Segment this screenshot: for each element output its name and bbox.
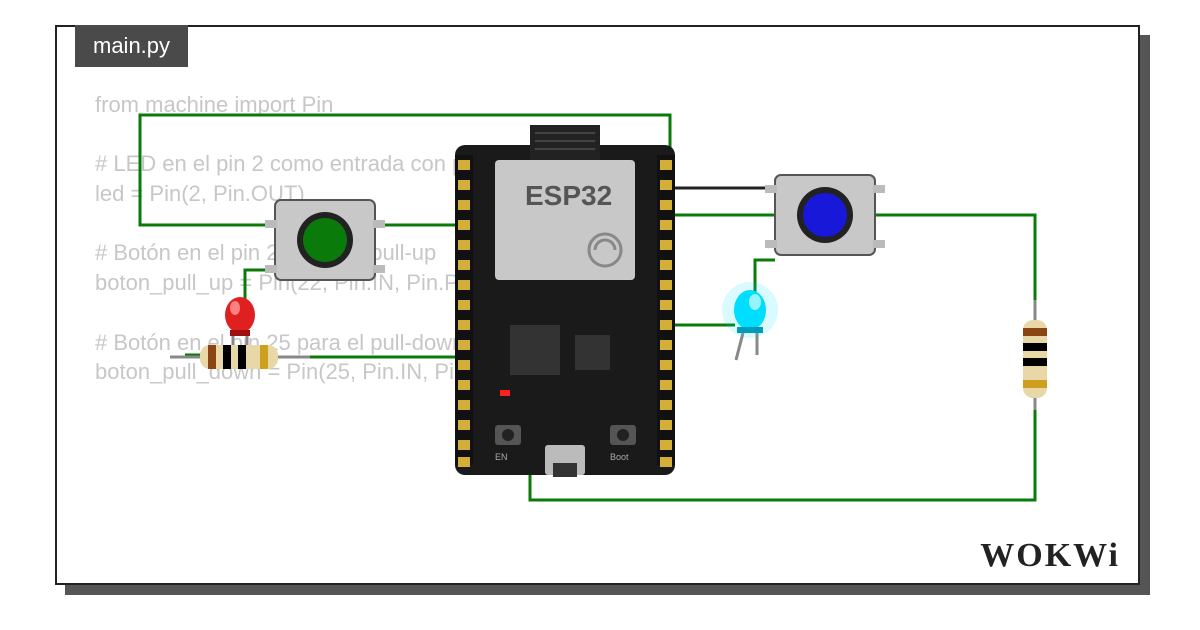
code-line: boton_pull_up = Pin(22, Pin.IN, Pin.PULL… [95,270,549,295]
code-line: led = Pin(2, Pin.OUT) [95,181,305,206]
code-line: # Botón en el pin 25 para el pull-down [95,330,464,355]
code-line: # Botón en el pin 22 para el pull-up [95,240,436,265]
code-block: from machine import Pin # LED en el pin … [95,90,618,387]
file-tab-label: main.py [93,33,170,58]
wokwi-logo: WOKWi [980,537,1120,575]
code-line: boton_pull_down = Pin(25, Pin.IN, Pin.PU… [95,359,617,384]
code-line: from machine import Pin [95,92,333,117]
code-line: # LED en el pin 2 como entrada con pull-… [95,151,618,176]
file-tab[interactable]: main.py [75,25,188,67]
